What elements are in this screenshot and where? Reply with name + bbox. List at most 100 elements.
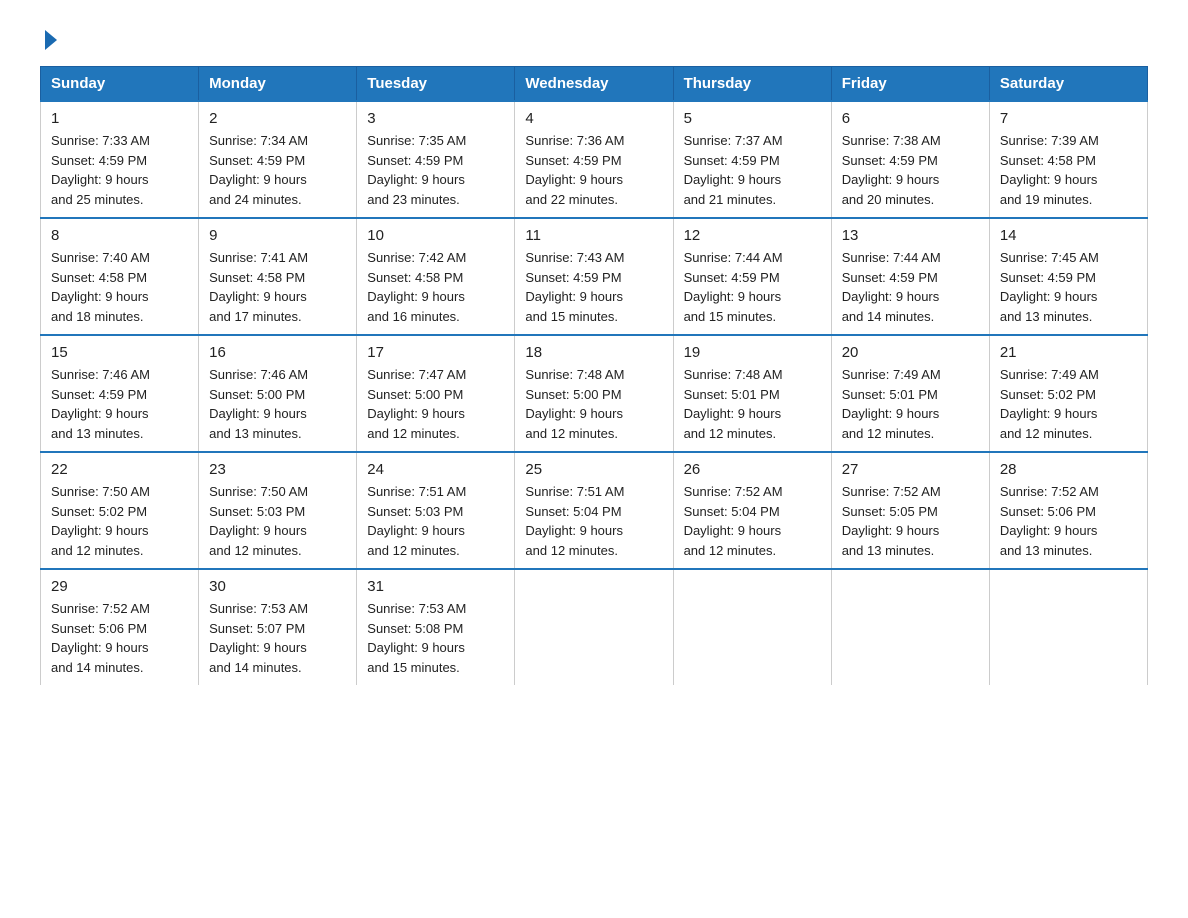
logo-arrow-icon [45, 30, 57, 50]
day-info: Sunrise: 7:52 AMSunset: 5:06 PMDaylight:… [1000, 484, 1099, 558]
day-info: Sunrise: 7:51 AMSunset: 5:04 PMDaylight:… [525, 484, 624, 558]
calendar-cell [831, 569, 989, 685]
day-number: 20 [842, 344, 979, 361]
calendar-cell: 11 Sunrise: 7:43 AMSunset: 4:59 PMDaylig… [515, 218, 673, 335]
day-number: 14 [1000, 227, 1137, 244]
calendar-cell: 30 Sunrise: 7:53 AMSunset: 5:07 PMDaylig… [199, 569, 357, 685]
calendar-cell: 9 Sunrise: 7:41 AMSunset: 4:58 PMDayligh… [199, 218, 357, 335]
calendar-cell: 31 Sunrise: 7:53 AMSunset: 5:08 PMDaylig… [357, 569, 515, 685]
day-info: Sunrise: 7:40 AMSunset: 4:58 PMDaylight:… [51, 250, 150, 324]
day-info: Sunrise: 7:43 AMSunset: 4:59 PMDaylight:… [525, 250, 624, 324]
day-info: Sunrise: 7:41 AMSunset: 4:58 PMDaylight:… [209, 250, 308, 324]
day-info: Sunrise: 7:53 AMSunset: 5:07 PMDaylight:… [209, 601, 308, 675]
day-info: Sunrise: 7:39 AMSunset: 4:58 PMDaylight:… [1000, 133, 1099, 207]
calendar-header: SundayMondayTuesdayWednesdayThursdayFrid… [41, 67, 1148, 102]
logo-text [40, 30, 57, 50]
week-row-5: 29 Sunrise: 7:52 AMSunset: 5:06 PMDaylig… [41, 569, 1148, 685]
logo [40, 30, 57, 46]
day-number: 9 [209, 227, 346, 244]
day-info: Sunrise: 7:48 AMSunset: 5:01 PMDaylight:… [684, 367, 783, 441]
day-info: Sunrise: 7:42 AMSunset: 4:58 PMDaylight:… [367, 250, 466, 324]
week-row-2: 8 Sunrise: 7:40 AMSunset: 4:58 PMDayligh… [41, 218, 1148, 335]
day-number: 6 [842, 110, 979, 127]
day-number: 24 [367, 461, 504, 478]
day-number: 3 [367, 110, 504, 127]
day-info: Sunrise: 7:44 AMSunset: 4:59 PMDaylight:… [684, 250, 783, 324]
day-number: 8 [51, 227, 188, 244]
day-number: 30 [209, 578, 346, 595]
day-info: Sunrise: 7:46 AMSunset: 4:59 PMDaylight:… [51, 367, 150, 441]
day-info: Sunrise: 7:52 AMSunset: 5:06 PMDaylight:… [51, 601, 150, 675]
day-number: 26 [684, 461, 821, 478]
weekday-header-sunday: Sunday [41, 67, 199, 102]
weekday-header-tuesday: Tuesday [357, 67, 515, 102]
day-info: Sunrise: 7:53 AMSunset: 5:08 PMDaylight:… [367, 601, 466, 675]
calendar-cell: 29 Sunrise: 7:52 AMSunset: 5:06 PMDaylig… [41, 569, 199, 685]
week-row-4: 22 Sunrise: 7:50 AMSunset: 5:02 PMDaylig… [41, 452, 1148, 569]
day-number: 2 [209, 110, 346, 127]
calendar-cell: 4 Sunrise: 7:36 AMSunset: 4:59 PMDayligh… [515, 101, 673, 218]
calendar-cell: 10 Sunrise: 7:42 AMSunset: 4:58 PMDaylig… [357, 218, 515, 335]
day-number: 11 [525, 227, 662, 244]
weekday-header-saturday: Saturday [989, 67, 1147, 102]
day-number: 29 [51, 578, 188, 595]
day-info: Sunrise: 7:49 AMSunset: 5:01 PMDaylight:… [842, 367, 941, 441]
weekday-header-wednesday: Wednesday [515, 67, 673, 102]
day-info: Sunrise: 7:34 AMSunset: 4:59 PMDaylight:… [209, 133, 308, 207]
day-info: Sunrise: 7:38 AMSunset: 4:59 PMDaylight:… [842, 133, 941, 207]
weekday-header-friday: Friday [831, 67, 989, 102]
calendar-cell: 14 Sunrise: 7:45 AMSunset: 4:59 PMDaylig… [989, 218, 1147, 335]
day-number: 25 [525, 461, 662, 478]
calendar-cell: 3 Sunrise: 7:35 AMSunset: 4:59 PMDayligh… [357, 101, 515, 218]
calendar-cell: 18 Sunrise: 7:48 AMSunset: 5:00 PMDaylig… [515, 335, 673, 452]
calendar-cell: 26 Sunrise: 7:52 AMSunset: 5:04 PMDaylig… [673, 452, 831, 569]
calendar-cell: 27 Sunrise: 7:52 AMSunset: 5:05 PMDaylig… [831, 452, 989, 569]
calendar-cell [989, 569, 1147, 685]
calendar-cell [515, 569, 673, 685]
day-number: 19 [684, 344, 821, 361]
calendar-body: 1 Sunrise: 7:33 AMSunset: 4:59 PMDayligh… [41, 101, 1148, 685]
weekday-header-monday: Monday [199, 67, 357, 102]
calendar-cell: 13 Sunrise: 7:44 AMSunset: 4:59 PMDaylig… [831, 218, 989, 335]
day-number: 7 [1000, 110, 1137, 127]
day-info: Sunrise: 7:44 AMSunset: 4:59 PMDaylight:… [842, 250, 941, 324]
day-number: 27 [842, 461, 979, 478]
weekday-header-thursday: Thursday [673, 67, 831, 102]
day-info: Sunrise: 7:33 AMSunset: 4:59 PMDaylight:… [51, 133, 150, 207]
calendar-cell: 21 Sunrise: 7:49 AMSunset: 5:02 PMDaylig… [989, 335, 1147, 452]
day-info: Sunrise: 7:36 AMSunset: 4:59 PMDaylight:… [525, 133, 624, 207]
calendar-cell: 19 Sunrise: 7:48 AMSunset: 5:01 PMDaylig… [673, 335, 831, 452]
calendar-cell: 7 Sunrise: 7:39 AMSunset: 4:58 PMDayligh… [989, 101, 1147, 218]
day-number: 1 [51, 110, 188, 127]
calendar-cell: 5 Sunrise: 7:37 AMSunset: 4:59 PMDayligh… [673, 101, 831, 218]
day-number: 13 [842, 227, 979, 244]
day-number: 31 [367, 578, 504, 595]
calendar-cell: 12 Sunrise: 7:44 AMSunset: 4:59 PMDaylig… [673, 218, 831, 335]
calendar-cell: 24 Sunrise: 7:51 AMSunset: 5:03 PMDaylig… [357, 452, 515, 569]
day-number: 5 [684, 110, 821, 127]
calendar-cell: 8 Sunrise: 7:40 AMSunset: 4:58 PMDayligh… [41, 218, 199, 335]
calendar-cell: 20 Sunrise: 7:49 AMSunset: 5:01 PMDaylig… [831, 335, 989, 452]
calendar-cell [673, 569, 831, 685]
weekday-header-row: SundayMondayTuesdayWednesdayThursdayFrid… [41, 67, 1148, 102]
day-info: Sunrise: 7:52 AMSunset: 5:05 PMDaylight:… [842, 484, 941, 558]
page-header [40, 30, 1148, 46]
calendar-cell: 22 Sunrise: 7:50 AMSunset: 5:02 PMDaylig… [41, 452, 199, 569]
calendar-cell: 2 Sunrise: 7:34 AMSunset: 4:59 PMDayligh… [199, 101, 357, 218]
day-number: 17 [367, 344, 504, 361]
day-number: 21 [1000, 344, 1137, 361]
day-info: Sunrise: 7:52 AMSunset: 5:04 PMDaylight:… [684, 484, 783, 558]
calendar-cell: 17 Sunrise: 7:47 AMSunset: 5:00 PMDaylig… [357, 335, 515, 452]
day-info: Sunrise: 7:46 AMSunset: 5:00 PMDaylight:… [209, 367, 308, 441]
calendar-cell: 28 Sunrise: 7:52 AMSunset: 5:06 PMDaylig… [989, 452, 1147, 569]
calendar-table: SundayMondayTuesdayWednesdayThursdayFrid… [40, 66, 1148, 685]
day-info: Sunrise: 7:47 AMSunset: 5:00 PMDaylight:… [367, 367, 466, 441]
calendar-cell: 1 Sunrise: 7:33 AMSunset: 4:59 PMDayligh… [41, 101, 199, 218]
day-number: 16 [209, 344, 346, 361]
calendar-cell: 23 Sunrise: 7:50 AMSunset: 5:03 PMDaylig… [199, 452, 357, 569]
day-number: 28 [1000, 461, 1137, 478]
day-number: 18 [525, 344, 662, 361]
week-row-1: 1 Sunrise: 7:33 AMSunset: 4:59 PMDayligh… [41, 101, 1148, 218]
day-info: Sunrise: 7:37 AMSunset: 4:59 PMDaylight:… [684, 133, 783, 207]
calendar-cell: 25 Sunrise: 7:51 AMSunset: 5:04 PMDaylig… [515, 452, 673, 569]
